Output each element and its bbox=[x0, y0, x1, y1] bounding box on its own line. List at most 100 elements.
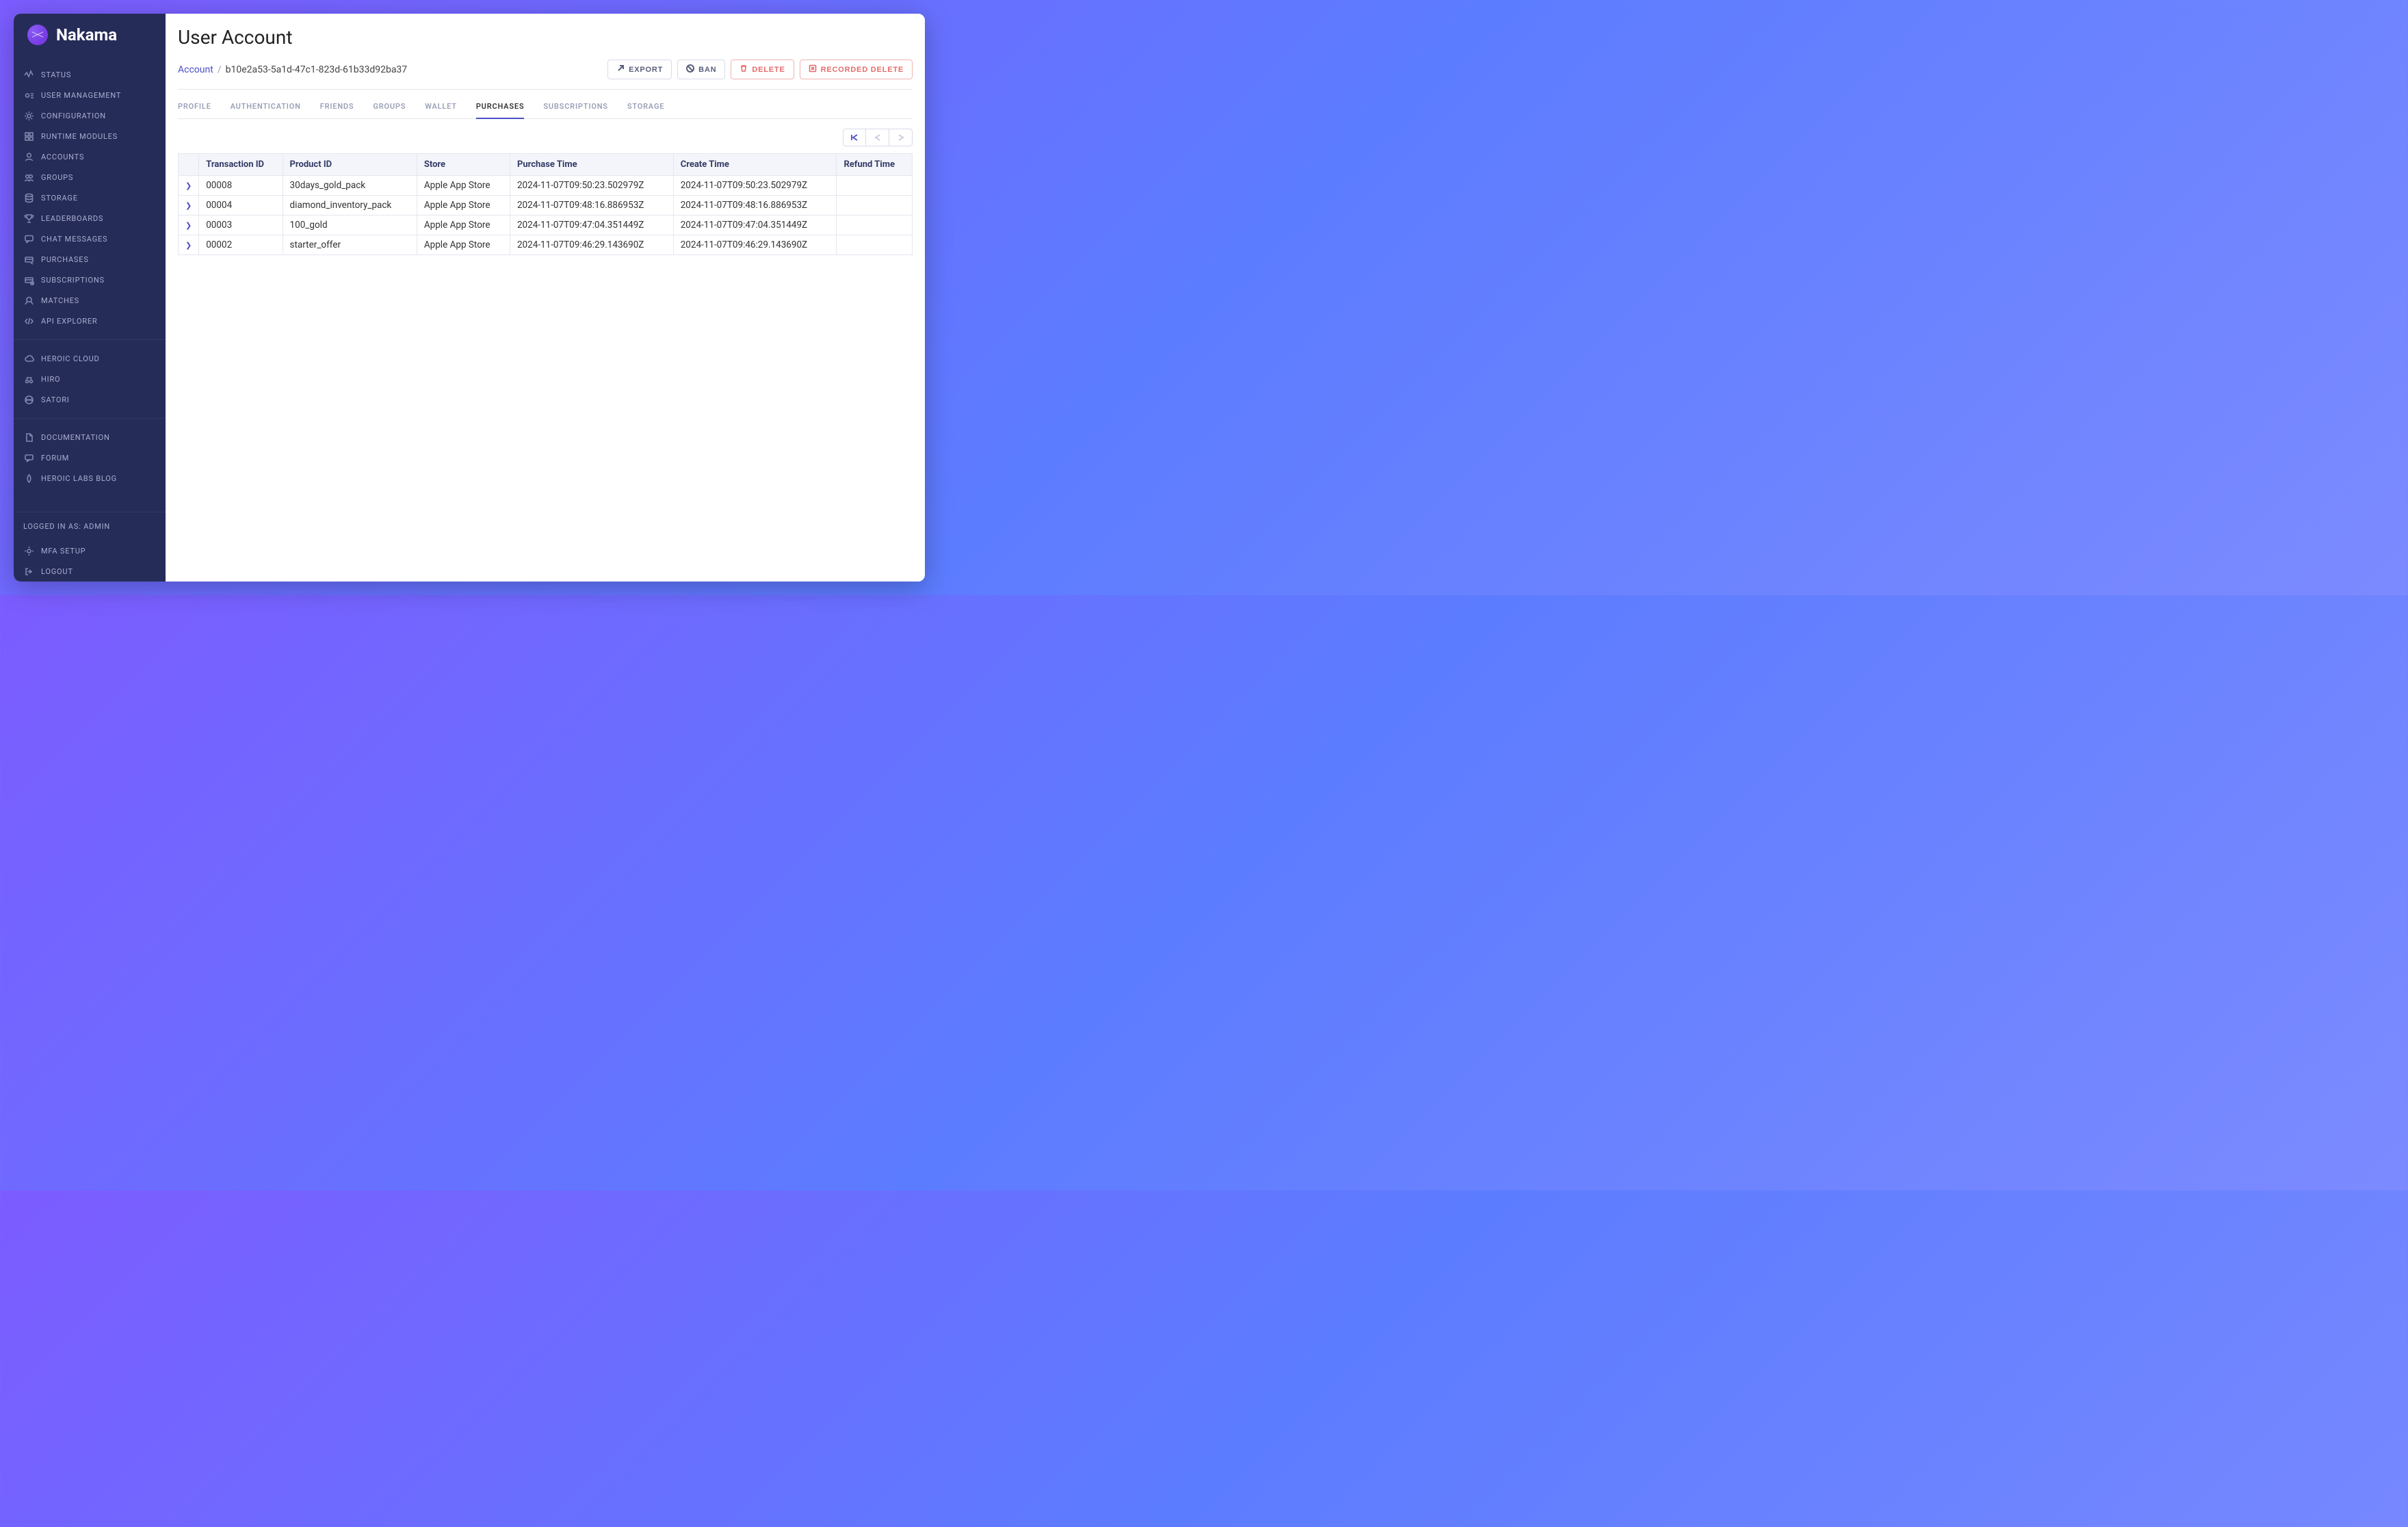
delete-button[interactable]: DELETE bbox=[731, 60, 794, 79]
breadcrumb-root[interactable]: Account bbox=[178, 64, 213, 75]
sidebar-item-subscriptions[interactable]: SUBSCRIPTIONS bbox=[14, 270, 166, 290]
tab-storage[interactable]: STORAGE bbox=[627, 102, 664, 118]
sidebar-item-label: API EXPLORER bbox=[41, 317, 97, 326]
cell-create: 2024-11-07T09:50:23.502979Z bbox=[673, 176, 837, 196]
col-header-2: Store bbox=[417, 154, 510, 176]
sidebar-item-label: STORAGE bbox=[41, 194, 78, 203]
sidebar-item-forum[interactable]: FORUM bbox=[14, 447, 166, 468]
cell-create: 2024-11-07T09:47:04.351449Z bbox=[673, 216, 837, 235]
cell-store: Apple App Store bbox=[417, 216, 510, 235]
pager-first[interactable] bbox=[843, 129, 866, 146]
tab-groups[interactable]: GROUPS bbox=[373, 102, 406, 118]
export-button[interactable]: EXPORT bbox=[607, 60, 672, 79]
accounts-icon bbox=[23, 151, 34, 162]
cell-purchase: 2024-11-07T09:48:16.886953Z bbox=[510, 196, 673, 216]
brand-name: Nakama bbox=[56, 25, 117, 44]
cell-txn: 00008 bbox=[199, 176, 283, 196]
sidebar-item-label: HEROIC LABS BLOG bbox=[41, 474, 117, 483]
sidebar-item-hiro[interactable]: HIRO bbox=[14, 369, 166, 389]
cell-purchase: 2024-11-07T09:47:04.351449Z bbox=[510, 216, 673, 235]
tab-wallet[interactable]: WALLET bbox=[425, 102, 457, 118]
table-row[interactable]: ❯00002starter_offerApple App Store2024-1… bbox=[179, 235, 913, 255]
satori-icon bbox=[23, 394, 34, 405]
cell-store: Apple App Store bbox=[417, 235, 510, 255]
api-explorer-icon bbox=[23, 315, 34, 326]
purchases-icon bbox=[23, 254, 34, 265]
cell-purchase: 2024-11-07T09:50:23.502979Z bbox=[510, 176, 673, 196]
pager-row bbox=[178, 129, 913, 146]
sidebar-item-matches[interactable]: MATCHES bbox=[14, 290, 166, 311]
sidebar-item-label: SATORI bbox=[41, 395, 70, 404]
sidebar: Nakama STATUS USER MANAGEMENT CONFIGURATIO… bbox=[14, 14, 166, 582]
sidebar-item-chat-messages[interactable]: CHAT MESSAGES bbox=[14, 229, 166, 249]
pager-next[interactable] bbox=[889, 129, 913, 146]
sidebar-item-runtime-modules[interactable]: RUNTIME MODULES bbox=[14, 126, 166, 146]
status-icon bbox=[23, 69, 34, 80]
sidebar-item-label: LOGOUT bbox=[41, 567, 73, 576]
hiro-icon bbox=[23, 374, 34, 384]
expand-toggle[interactable]: ❯ bbox=[179, 216, 199, 235]
ban-button[interactable]: BAN bbox=[677, 60, 725, 79]
sidebar-item-groups[interactable]: GROUPS bbox=[14, 167, 166, 187]
heroic-labs-blog-icon bbox=[23, 473, 34, 484]
sidebar-item-label: HEROIC CLOUD bbox=[41, 354, 100, 363]
col-header-1: Product ID bbox=[283, 154, 417, 176]
sidebar-item-documentation[interactable]: DOCUMENTATION bbox=[14, 427, 166, 447]
sidebar-item-heroic-labs-blog[interactable]: HEROIC LABS BLOG bbox=[14, 468, 166, 488]
sidebar-item-label: MATCHES bbox=[41, 296, 79, 305]
export-icon bbox=[616, 64, 625, 75]
breadcrumb: Account / b10e2a53-5a1d-47c1-823d-61b33d… bbox=[178, 64, 407, 75]
sidebar-item-label: HIRO bbox=[41, 375, 60, 384]
sidebar-item-label: DOCUMENTATION bbox=[41, 433, 110, 442]
table-row[interactable]: ❯00004diamond_inventory_packApple App St… bbox=[179, 196, 913, 216]
col-header-5: Refund Time bbox=[837, 154, 913, 176]
sidebar-item-satori[interactable]: SATORI bbox=[14, 389, 166, 410]
sidebar-item-label: CONFIGURATION bbox=[41, 112, 106, 120]
sidebar-item-configuration[interactable]: CONFIGURATION bbox=[14, 105, 166, 126]
sidebar-item-label: CHAT MESSAGES bbox=[41, 235, 107, 244]
sidebar-item-mfa-setup[interactable]: MFA SETUP bbox=[14, 540, 166, 561]
tab-authentication[interactable]: AUTHENTICATION bbox=[231, 102, 301, 118]
cell-create: 2024-11-07T09:48:16.886953Z bbox=[673, 196, 837, 216]
sidebar-item-label: MFA SETUP bbox=[41, 547, 86, 556]
sidebar-item-status[interactable]: STATUS bbox=[14, 64, 166, 85]
main-panel: User Account Account / b10e2a53-5a1d-47c… bbox=[166, 14, 925, 582]
cell-product: 100_gold bbox=[283, 216, 417, 235]
sidebar-item-leaderboards[interactable]: LEADERBOARDS bbox=[14, 208, 166, 229]
purchases-table: Transaction IDProduct IDStorePurchase Ti… bbox=[178, 153, 913, 255]
cell-store: Apple App Store bbox=[417, 176, 510, 196]
tab-friends[interactable]: FRIENDS bbox=[320, 102, 354, 118]
sidebar-item-accounts[interactable]: ACCOUNTS bbox=[14, 146, 166, 167]
sidebar-item-label: STATUS bbox=[41, 70, 71, 79]
tab-purchases[interactable]: PURCHASES bbox=[476, 102, 525, 119]
breadcrumb-id: b10e2a53-5a1d-47c1-823d-61b33d92ba37 bbox=[226, 64, 408, 75]
cell-refund bbox=[837, 216, 913, 235]
expand-toggle[interactable]: ❯ bbox=[179, 176, 199, 196]
tab-profile[interactable]: PROFILE bbox=[178, 102, 211, 118]
sidebar-item-heroic-cloud[interactable]: HEROIC CLOUD bbox=[14, 348, 166, 369]
documentation-icon bbox=[23, 432, 34, 443]
sidebar-item-storage[interactable]: STORAGE bbox=[14, 187, 166, 208]
table-row[interactable]: ❯00003100_goldApple App Store2024-11-07T… bbox=[179, 216, 913, 235]
table-row[interactable]: ❯0000830days_gold_packApple App Store202… bbox=[179, 176, 913, 196]
chevron-right-icon: ❯ bbox=[185, 201, 192, 210]
sidebar-item-user-management[interactable]: USER MANAGEMENT bbox=[14, 85, 166, 105]
forum-icon bbox=[23, 452, 34, 463]
pager-prev[interactable] bbox=[866, 129, 889, 146]
breadcrumb-sep: / bbox=[218, 64, 222, 75]
expand-toggle[interactable]: ❯ bbox=[179, 235, 199, 255]
recorded-delete-button[interactable]: RECORDED DELETE bbox=[800, 60, 913, 79]
sidebar-item-purchases[interactable]: PURCHASES bbox=[14, 249, 166, 270]
cell-store: Apple App Store bbox=[417, 196, 510, 216]
cell-txn: 00002 bbox=[199, 235, 283, 255]
sidebar-item-label: SUBSCRIPTIONS bbox=[41, 276, 105, 285]
sidebar-item-logout[interactable]: LOGOUT bbox=[14, 561, 166, 582]
cell-purchase: 2024-11-07T09:46:29.143690Z bbox=[510, 235, 673, 255]
pager bbox=[843, 129, 913, 146]
sidebar-item-label: GROUPS bbox=[41, 173, 73, 182]
expand-toggle[interactable]: ❯ bbox=[179, 196, 199, 216]
leaderboards-icon bbox=[23, 213, 34, 224]
user-management-icon bbox=[23, 90, 34, 101]
tab-subscriptions[interactable]: SUBSCRIPTIONS bbox=[543, 102, 607, 118]
sidebar-item-api-explorer[interactable]: API EXPLORER bbox=[14, 311, 166, 331]
